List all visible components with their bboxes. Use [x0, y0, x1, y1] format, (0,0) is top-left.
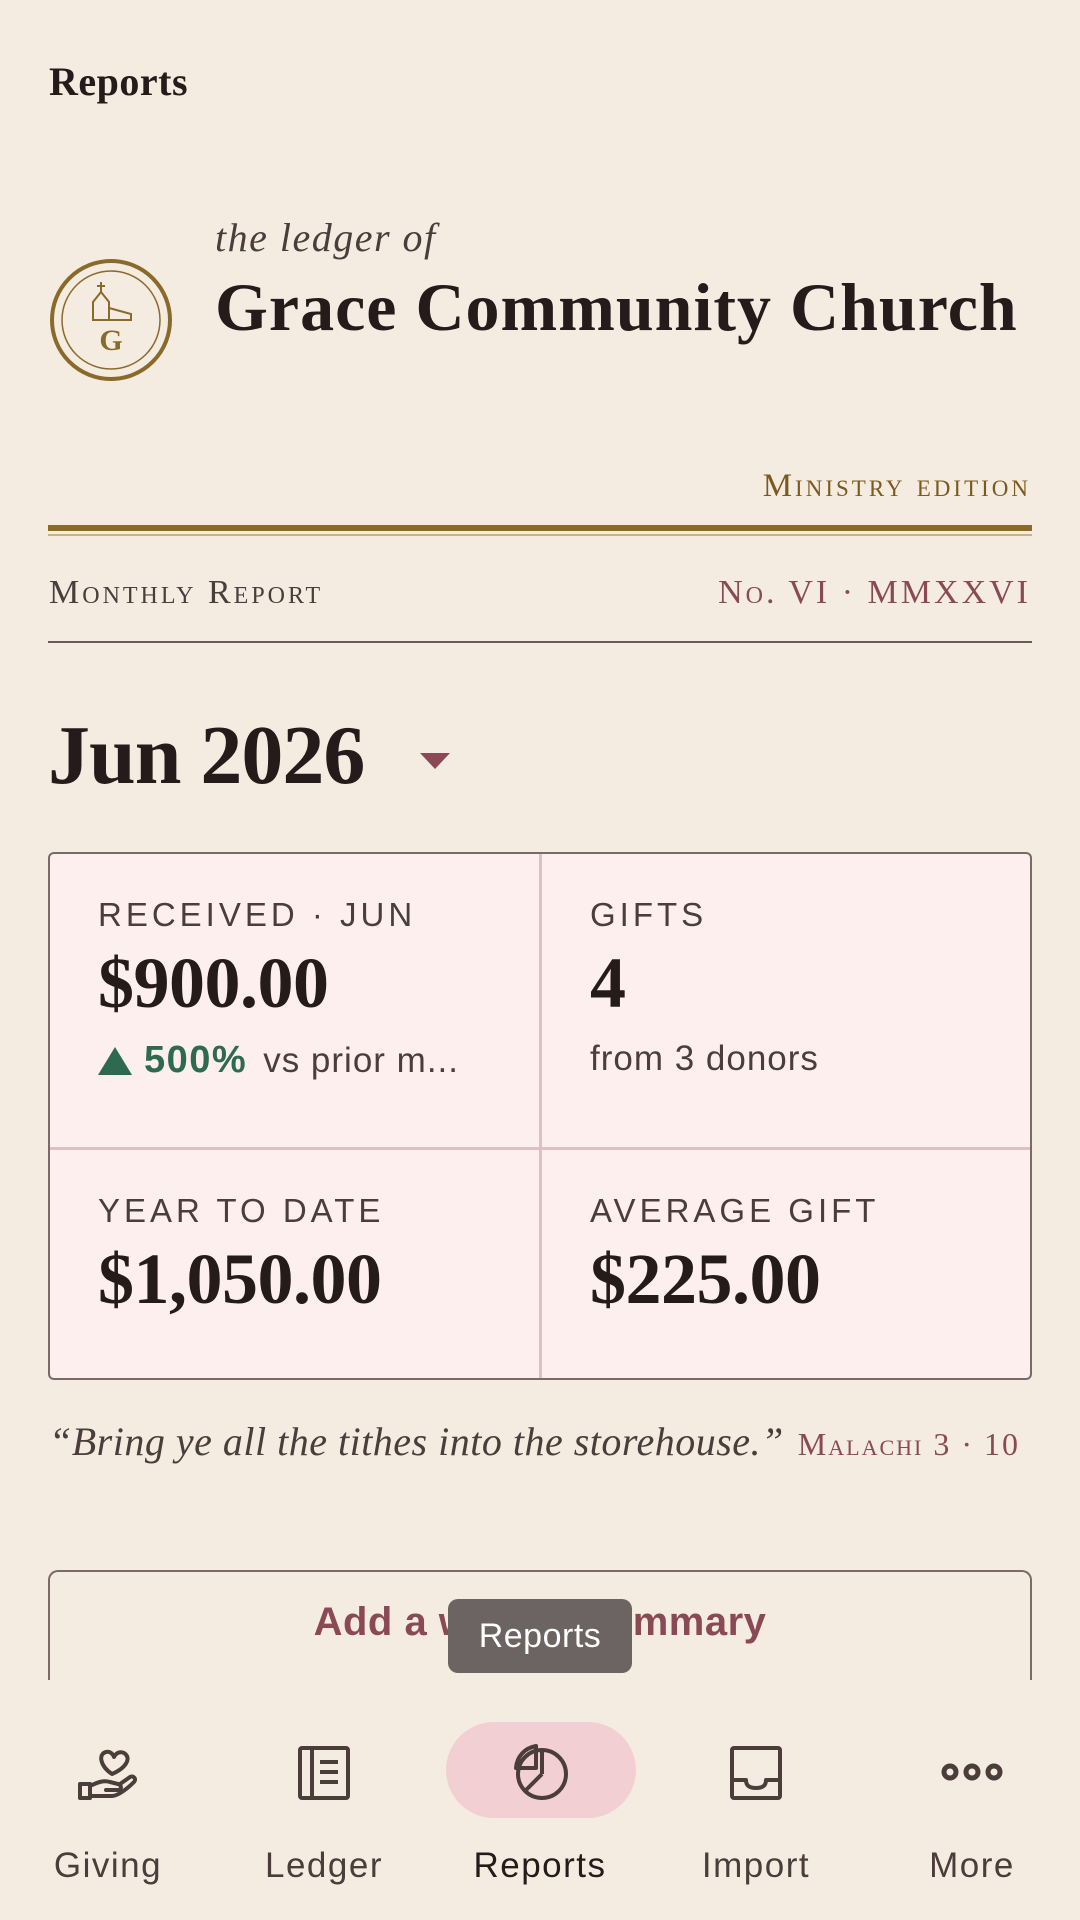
- stat-label: Average gift: [590, 1192, 880, 1229]
- church-name: Grace Community Church: [215, 269, 1018, 345]
- report-number: No. VI · MMXXVI: [718, 574, 1031, 611]
- selected-month: Jun 2026: [48, 708, 365, 802]
- stat-value: $1,050.00: [98, 1239, 382, 1319]
- change-percent: 500%: [144, 1039, 248, 1081]
- quote-text: “Bring ye all the tithes into the storeh…: [49, 1419, 784, 1464]
- stat-sub: from 3 donors: [590, 1039, 819, 1078]
- quote-citation: Malachi 3 · 10: [797, 1426, 1021, 1462]
- nav-label: Import: [701, 1846, 811, 1885]
- masthead-kicker: the ledger of: [215, 215, 437, 260]
- stat-value: $900.00: [98, 943, 329, 1023]
- nav-label: Ledger: [265, 1846, 383, 1885]
- stat-value: 4: [590, 943, 626, 1023]
- seal-letter: G: [99, 324, 122, 357]
- nav-label: Giving: [53, 1846, 163, 1885]
- stat-label: Received · Jun: [98, 896, 417, 933]
- scripture-quote: “Bring ye all the tithes into the storeh…: [49, 1414, 1039, 1472]
- nav-item-more[interactable]: More: [864, 1680, 1080, 1920]
- tooltip: Reports: [448, 1599, 632, 1673]
- stat-label: Year to date: [98, 1192, 385, 1229]
- nav-item-reports[interactable]: Reports: [432, 1680, 648, 1920]
- ledger-book-icon: [298, 1746, 350, 1800]
- change-text: vs prior m...: [263, 1040, 459, 1080]
- pie-chart-icon: [514, 1744, 568, 1800]
- change-indicator: 500% vs prior m...: [98, 1039, 539, 1082]
- stats-card: Received · Jun $900.00 500% vs prior m..…: [48, 852, 1032, 1380]
- divider-gold-thin: [48, 534, 1032, 536]
- nav-label: Reports: [473, 1846, 607, 1885]
- page-title: Reports: [49, 59, 189, 104]
- nav-label: More: [929, 1846, 1015, 1885]
- trend-up-icon: [98, 1046, 132, 1075]
- stat-gifts: Gifts 4 from 3 donors: [539, 854, 1030, 1147]
- nav-item-giving[interactable]: Giving: [0, 1680, 216, 1920]
- stat-received: Received · Jun $900.00 500% vs prior m..…: [50, 854, 539, 1147]
- bottom-navigation: Giving Ledger Reports Import More: [0, 1680, 1080, 1920]
- edition-label: Ministry edition: [762, 468, 1031, 504]
- month-selector[interactable]: Jun 2026: [48, 700, 451, 810]
- nav-item-ledger[interactable]: Ledger: [216, 1680, 432, 1920]
- nav-item-import[interactable]: Import: [648, 1680, 864, 1920]
- more-dots-icon: [941, 1763, 1003, 1781]
- stat-value: $225.00: [590, 1239, 821, 1319]
- chevron-down-icon: [420, 753, 451, 769]
- stat-ytd: Year to date $1,050.00: [50, 1147, 539, 1378]
- inbox-tray-icon: [730, 1746, 782, 1800]
- divider-gold: [48, 525, 1032, 531]
- giving-hand-heart-icon: [78, 1749, 138, 1800]
- church-seal-logo: G: [50, 259, 172, 381]
- divider: [48, 641, 1032, 643]
- stat-average: Average gift $225.00: [539, 1147, 1030, 1378]
- report-type-label: Monthly Report: [49, 574, 324, 611]
- stat-label: Gifts: [590, 896, 708, 933]
